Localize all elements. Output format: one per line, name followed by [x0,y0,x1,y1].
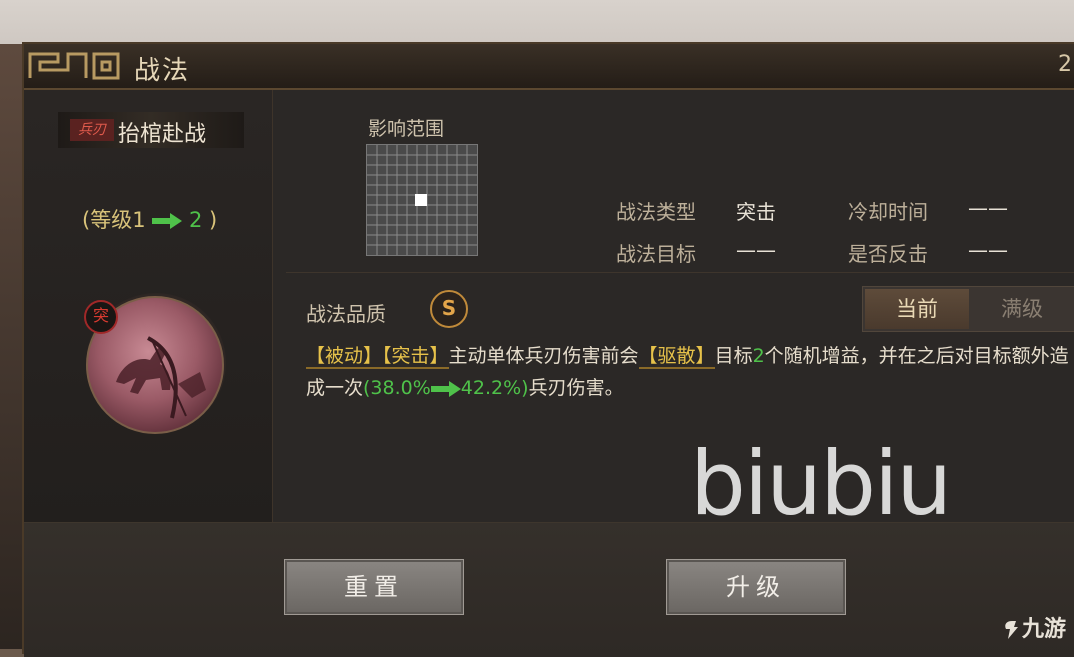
buff-count: 2 [752,345,765,367]
troop-type-tag: 兵刃 [70,119,114,141]
level-change: (等级1 2 ) [82,204,217,234]
skill-detail: 影响范围 战法类型 突击 冷却时间 —— 战法目标 —— 是否反击 —— 战法品… [274,90,1074,535]
window-title: 战法 [134,56,191,86]
upgrade-button[interactable]: 升级 [666,559,846,615]
skill-type-value: 突击 [736,200,776,224]
damage-pct-from: (38.0% [363,377,431,399]
toggle-max-level[interactable]: 满级 [971,289,1073,329]
skill-summary: 兵刃 抬棺赴战 (等级1 2 ) 突 [24,90,273,522]
title-bar: 战法 2 [24,44,1074,90]
damage-pct-to: 42.2%) [460,377,529,399]
description-text-2: 目标 [714,345,753,367]
level-suffix: ) [209,208,218,232]
description-text-1: 主动单体兵刃伤害前会 [448,345,639,367]
reset-button[interactable]: 重置 [284,559,464,615]
skill-description: 【被动】【突击】主动单体兵刃伤害前会【驱散】目标2个随机增益，并在之后对目标额外… [306,340,1074,404]
site-logo-text: 九游 [1021,617,1066,642]
skill-target-label: 战法目标 [616,242,696,266]
close-button[interactable]: 2 [1058,52,1072,77]
level-to: 2 [188,208,203,232]
action-bar: 重置 升级 [24,522,1074,657]
skill-type-label: 战法类型 [616,200,696,224]
keyword-disperse: 【驱散】 [638,345,715,369]
description-text-4: 兵刃伤害。 [528,377,624,399]
level-from: (等级1 [82,208,146,232]
background-edge [0,44,24,649]
quality-label: 战法品质 [306,302,386,326]
quality-grade-badge: S [430,290,468,328]
range-center-cell [415,194,427,206]
nine-game-logo-icon [1005,621,1018,639]
assault-badge: 突 [84,300,118,334]
cooldown-value: —— [968,196,1008,220]
skill-name-box: 兵刃 抬棺赴战 [58,112,244,148]
cooldown-label: 冷却时间 [848,200,928,224]
site-logo: 九游 [1002,611,1066,643]
arrow-right-icon [152,213,183,229]
counterattack-label: 是否反击 [848,242,928,266]
keyword-passive: 【被动】 [306,345,383,369]
skill-panel: 战法 2 兵刃 抬棺赴战 (等级1 2 ) 突 影响范围 战法类型 突击 冷却时… [22,42,1074,657]
range-label: 影响范围 [368,118,445,140]
level-toggle: 当前 满级 [862,286,1074,332]
counterattack-value: —— [968,238,1008,262]
toggle-current[interactable]: 当前 [865,289,969,329]
arrow-right-icon [430,380,461,397]
watermark: biubiu [690,432,952,535]
skill-name: 抬棺赴战 [118,122,207,147]
skill-target-value: —— [736,238,776,262]
keyword-assault: 【突击】 [382,345,449,369]
divider [286,272,1074,273]
title-ornament-icon [28,52,120,80]
